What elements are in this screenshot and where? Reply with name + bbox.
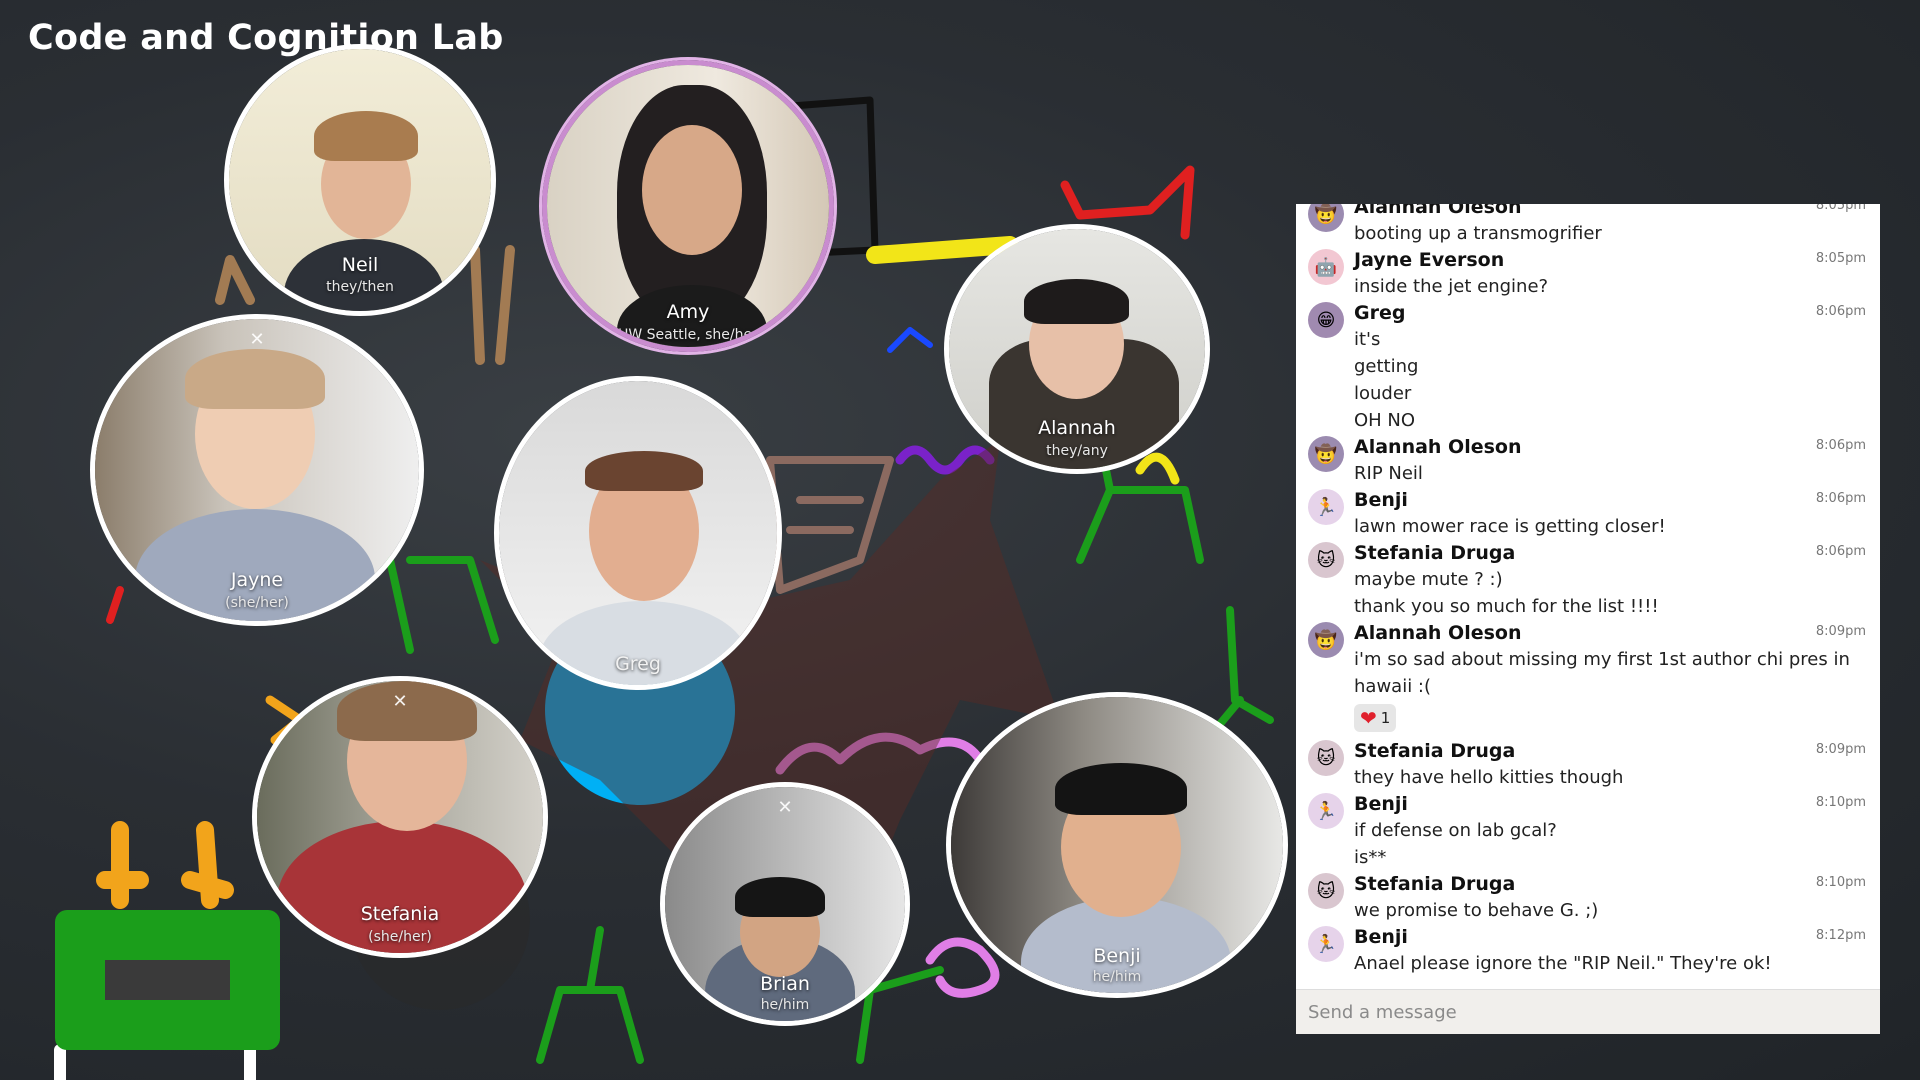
chat-message-author: Greg xyxy=(1354,302,1406,324)
chat-message-text: they have hello kitties though xyxy=(1354,767,1624,788)
participant-pronouns: (she/her) xyxy=(225,595,289,611)
chat-message-time: 8:09pm xyxy=(1815,742,1866,757)
participant-name: Alannah xyxy=(1038,417,1116,439)
chat-message-author: Benji xyxy=(1354,926,1408,948)
chat-message: 🤠 Alannah Oleson 8:06pm RIP Neil xyxy=(1296,434,1880,487)
chat-input-bar xyxy=(1296,989,1880,1034)
chat-message-time: 8:05pm xyxy=(1815,251,1866,266)
chat-message-author: Stefania Druga xyxy=(1354,873,1516,895)
chat-message-time: 8:09pm xyxy=(1815,624,1866,639)
chat-message-time: 8:06pm xyxy=(1815,491,1866,506)
chat-message-time: 8:06pm xyxy=(1815,438,1866,453)
cat-face-icon: 🐱 xyxy=(1308,873,1344,909)
chat-message-text: i'm so sad about missing my first 1st au… xyxy=(1354,649,1850,697)
participant-alannah[interactable]: Alannah they/any xyxy=(944,224,1210,474)
chat-message-text: RIP Neil xyxy=(1354,463,1423,484)
chat-message-text: maybe mute ? :) xyxy=(1354,569,1503,590)
chat-message: 🐱 Stefania Druga 8:10pm we promise to behav… xyxy=(1296,871,1880,924)
chat-message: 🏃 Benji 8:06pm lawn mower race is getting c… xyxy=(1296,487,1880,540)
chat-message-author: Alannah Oleson xyxy=(1354,622,1522,644)
participant-jayne[interactable]: ✕ Jayne (she/her) xyxy=(90,314,424,626)
chat-message-text: getting xyxy=(1354,356,1419,377)
chat-message-author: Benji xyxy=(1354,793,1408,815)
chat-message-author: Stefania Druga xyxy=(1354,542,1516,564)
muted-microphone-icon: ✕ xyxy=(392,691,408,712)
cowboy-face-icon: 🤠 xyxy=(1308,204,1344,232)
chat-message: 🤠 Alannah Oleson 8:05pm booting up a transm… xyxy=(1296,204,1880,247)
chat-message-time: 8:05pm xyxy=(1815,204,1866,213)
participant-amy[interactable]: Amy UW Seattle, she/her xyxy=(542,60,834,352)
participant-pronouns: they/any xyxy=(1046,443,1108,459)
cat-face-icon: 🐱 xyxy=(1308,542,1344,578)
chat-message-text: booting up a transmogrifier xyxy=(1354,223,1602,244)
reaction-badge[interactable]: ❤ 1 xyxy=(1354,704,1397,732)
room-title: Code and Cognition Lab xyxy=(28,18,504,58)
chat-message-author: Jayne Everson xyxy=(1354,249,1505,271)
chat-panel: 🤠 Alannah Oleson 8:05pm booting up a transm… xyxy=(1296,204,1880,1034)
participant-benji[interactable]: Benji he/him xyxy=(946,692,1288,998)
robot-face-icon: 🤖 xyxy=(1308,249,1344,285)
chat-message: 🏃 Benji 8:10pm if defense on lab gcal? is** xyxy=(1296,791,1880,871)
participant-pronouns: (she/her) xyxy=(368,929,432,945)
running-person-icon: 🏃 xyxy=(1308,926,1344,962)
chat-message: 🐱 Stefania Druga 8:09pm they have hello kit… xyxy=(1296,738,1880,791)
chat-message-text: it's xyxy=(1354,329,1381,350)
chat-message-author: Benji xyxy=(1354,489,1408,511)
chat-message-text: is** xyxy=(1354,847,1387,868)
cowboy-face-icon: 🤠 xyxy=(1308,436,1344,472)
chat-message-text: louder xyxy=(1354,383,1412,404)
chat-message-time: 8:12pm xyxy=(1815,928,1866,943)
chat-message: 🏃 Benji 8:12pm Anael please ignore the "RIP… xyxy=(1296,924,1880,977)
chat-message-list[interactable]: 🤠 Alannah Oleson 8:05pm booting up a transm… xyxy=(1296,204,1880,994)
muted-microphone-icon: ✕ xyxy=(777,797,793,818)
heart-icon: ❤ xyxy=(1360,706,1377,730)
chat-message-time: 8:10pm xyxy=(1815,795,1866,810)
grinning-face-icon: 😁 xyxy=(1308,302,1344,338)
chat-message: 😁 Greg 8:06pm it's getting louder OH NO xyxy=(1296,300,1880,434)
participant-name: Stefania xyxy=(360,903,440,925)
chat-message: 🐱 Stefania Druga 8:06pm maybe mute ? :) than… xyxy=(1296,540,1880,620)
chat-message-author: Stefania Druga xyxy=(1354,740,1516,762)
running-person-icon: 🏃 xyxy=(1308,793,1344,829)
muted-microphone-icon: ✕ xyxy=(249,329,265,350)
chat-message-time: 8:06pm xyxy=(1815,544,1866,559)
chat-message-time: 8:10pm xyxy=(1815,875,1866,890)
participant-stefania[interactable]: ✕ Stefania (she/her) xyxy=(252,676,548,958)
chat-message-text: we promise to behave G. ;) xyxy=(1354,900,1599,921)
participant-pronouns: they/then xyxy=(326,279,394,295)
participant-neil[interactable]: Neil they/then xyxy=(224,44,496,316)
chat-message-time: 8:06pm xyxy=(1815,304,1866,319)
participant-name: Neil xyxy=(341,254,379,276)
participant-name: Jayne xyxy=(230,569,284,591)
chat-message: 🤖 Jayne Everson 8:05pm inside the jet engin… xyxy=(1296,247,1880,300)
participant-pronouns: UW Seattle, she/her xyxy=(618,327,758,343)
chat-message: 🤠 Alannah Oleson 8:09pm i'm so sad about mi… xyxy=(1296,620,1880,738)
chat-message-author: Alannah Oleson xyxy=(1354,204,1522,218)
chat-message-text: Anael please ignore the "RIP Neil." They… xyxy=(1354,953,1772,974)
running-person-icon: 🏃 xyxy=(1308,489,1344,525)
cowboy-face-icon: 🤠 xyxy=(1308,622,1344,658)
chat-message-author: Alannah Oleson xyxy=(1354,436,1522,458)
participant-brian[interactable]: ✕ Brian he/him xyxy=(660,782,910,1026)
participant-greg[interactable]: Greg xyxy=(494,376,782,690)
chat-message-text: thank you so much for the list !!!! xyxy=(1354,596,1659,617)
participant-pronouns: he/him xyxy=(1092,969,1142,985)
participant-name: Amy xyxy=(666,301,710,323)
cat-face-icon: 🐱 xyxy=(1308,740,1344,776)
participant-name: Greg xyxy=(615,653,661,675)
chat-message-text: inside the jet engine? xyxy=(1354,276,1549,297)
chat-message-text: lawn mower race is getting closer! xyxy=(1354,516,1666,537)
participant-name: Benji xyxy=(1093,945,1141,967)
chat-message-text: if defense on lab gcal? xyxy=(1354,820,1557,841)
reaction-count: 1 xyxy=(1380,709,1391,727)
chat-message-input[interactable] xyxy=(1306,1000,1870,1024)
chat-message-text: OH NO xyxy=(1354,410,1416,431)
participant-name: Brian xyxy=(760,973,810,995)
participant-pronouns: he/him xyxy=(760,997,810,1013)
